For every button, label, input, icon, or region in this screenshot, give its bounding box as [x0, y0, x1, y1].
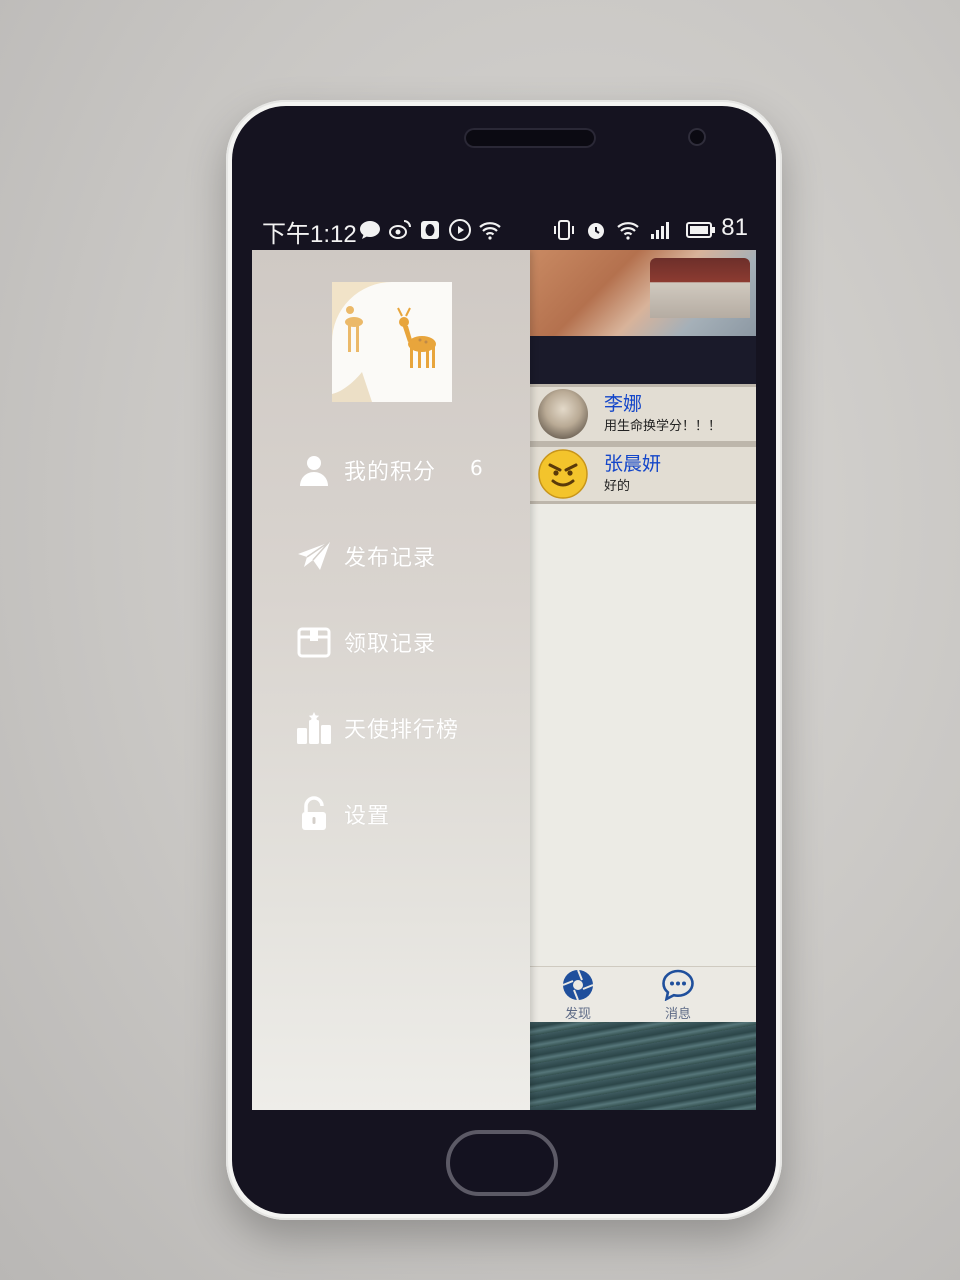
- play-circle-icon: [449, 219, 471, 241]
- vibrate-icon: [554, 220, 574, 240]
- navigation-drawer: 我的积分 6 发布记录 领取记录 天使排行榜 设置: [252, 250, 530, 1110]
- menu-label: 天使排行榜: [344, 718, 460, 743]
- qq-icon: [421, 221, 439, 239]
- aperture-icon: [562, 969, 594, 1001]
- menu-label: 我的积分: [344, 460, 437, 485]
- menu-label: 领取记录: [344, 632, 437, 657]
- front-camera: [688, 128, 706, 146]
- menu-label: 设置: [344, 804, 391, 829]
- signal-4g-icon: [651, 222, 669, 239]
- message-sender: 张晨妍: [604, 453, 662, 475]
- alarm-icon: [588, 223, 604, 239]
- bottom-tab-bar: 发现 消息: [530, 966, 756, 1023]
- home-button[interactable]: [446, 1130, 558, 1196]
- tab-discover-label: 发现: [564, 1007, 591, 1022]
- weibo-icon: [389, 220, 411, 239]
- user-icon: [300, 456, 328, 486]
- wifi-icon: [617, 222, 639, 240]
- wifi-share-icon: [479, 222, 501, 240]
- message-item[interactable]: 李娜 用生命换学分！！！: [530, 384, 756, 444]
- app-screen: 李娜 用生命换学分！！！ 张晨妍 好的 发现 消息 我的积分 6 发布记录 领取…: [252, 250, 756, 1110]
- menu-item-publish-history[interactable]: 发布记录: [296, 534, 526, 578]
- status-bar: 下午1:12 81: [252, 208, 756, 250]
- menu-label: 发布记录: [344, 546, 437, 571]
- header-banner-image: [530, 250, 756, 336]
- battery-icon: [686, 222, 715, 238]
- status-time: 下午1:12: [262, 221, 357, 248]
- smiley-avatar-icon: [538, 449, 588, 499]
- main-panel[interactable]: 李娜 用生命换学分！！！ 张晨妍 好的 发现 消息: [530, 250, 756, 1110]
- battery-percent: 81: [721, 214, 748, 241]
- menu-item-claim-history[interactable]: 领取记录: [296, 620, 526, 664]
- profile-avatar[interactable]: [332, 282, 452, 402]
- header-band: [530, 336, 756, 384]
- points-value: 6: [470, 456, 483, 480]
- message-item[interactable]: 张晨妍 好的: [530, 444, 756, 504]
- chat-bubble-icon: [662, 969, 694, 1002]
- lock-icon: [302, 796, 326, 830]
- message-preview: 好的: [604, 479, 631, 494]
- tab-messages-label: 消息: [664, 1007, 691, 1022]
- ranking-icon: [297, 712, 331, 744]
- message-sender: 李娜: [604, 393, 643, 415]
- tab-discover[interactable]: 发现: [548, 969, 608, 1022]
- menu-item-settings[interactable]: 设置: [296, 792, 526, 836]
- menu-item-my-points[interactable]: 我的积分 6: [296, 448, 526, 492]
- tab-messages[interactable]: 消息: [648, 969, 708, 1022]
- menu-item-angel-ranking[interactable]: 天使排行榜: [296, 706, 526, 750]
- message-preview: 用生命换学分！！！: [604, 419, 722, 434]
- avatar: [538, 389, 588, 439]
- deer-avatar-image: [332, 282, 452, 402]
- earpiece: [464, 128, 596, 148]
- send-icon: [298, 541, 330, 570]
- footer-water-image: [530, 1022, 756, 1110]
- chat-notification-icon: [360, 221, 380, 239]
- box-icon: [297, 627, 331, 658]
- pagoda-image: [650, 258, 750, 318]
